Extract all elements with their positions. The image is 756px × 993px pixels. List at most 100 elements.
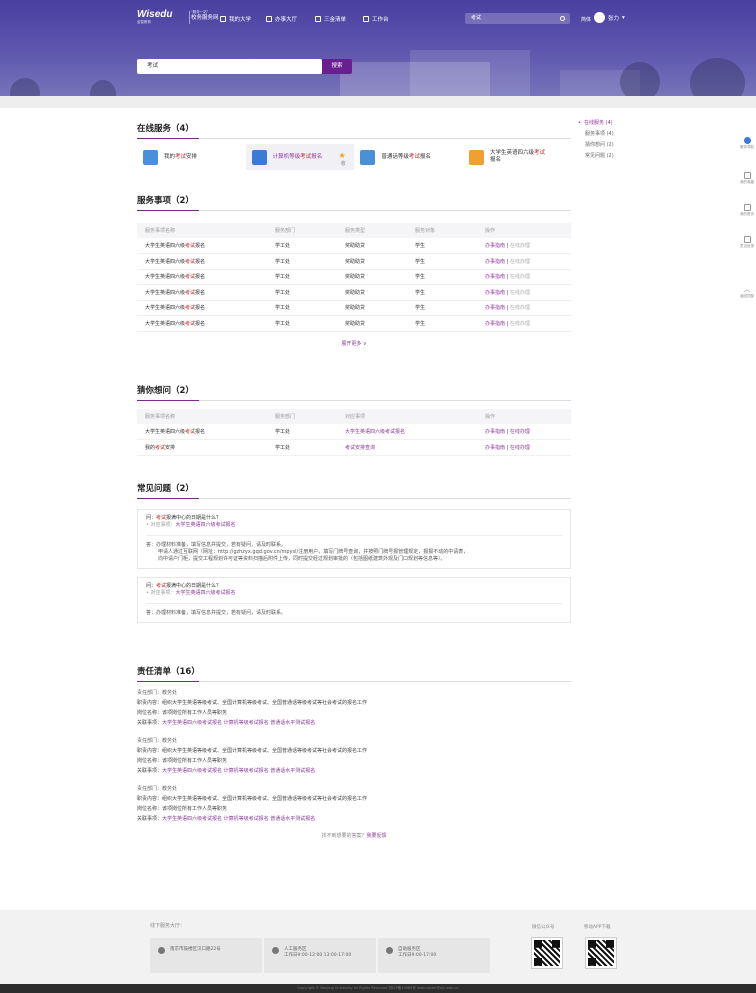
related-link[interactable]: 计算机等级考试报名 — [224, 816, 269, 822]
logo[interactable]: Wisedu 金智教育 — [137, 10, 187, 26]
online-link[interactable]: 在线办理 — [510, 321, 530, 327]
online-link[interactable]: 在线办理 — [510, 259, 530, 265]
edit-icon — [360, 149, 376, 165]
section-nav-guess[interactable]: 猜你想问 (2) — [578, 140, 614, 151]
language-switch[interactable]: 简体 — [581, 16, 591, 23]
related-link[interactable]: 大学生英语四六级考试报名 — [162, 816, 222, 822]
tool-feedback[interactable]: 意见反馈 — [738, 236, 756, 249]
eye-icon — [743, 137, 751, 144]
section-nav-faq[interactable]: 常见问题 (2) — [578, 151, 614, 162]
online-link[interactable]: 在线办理 — [510, 290, 530, 296]
feedback-line: 找不到想要的答案？我要反馈 — [321, 833, 387, 839]
faq-item: 问：考试报满中心的日期是什么？ • 对应事项：大学生英语四六级考试报名 答：办理… — [137, 577, 571, 623]
responsibility-block: 责任部门：教务处 职责内容：组织大学生英语等级考试、全国计算机等级考试、全国普通… — [137, 690, 368, 726]
footer-self-service: 自助服务区 工作日9:00-17:00 — [378, 938, 490, 973]
show-more-button[interactable]: 展开更多 ∨ — [137, 340, 571, 347]
nav-my-university[interactable]: 我的大学 — [220, 15, 251, 23]
nav-service-hall[interactable]: 办事大厅 — [266, 15, 297, 23]
guess-table: 服务事项名称 服务部门 对应事项 操作 大学生英语四六级考试报名 学工处 大学生… — [137, 409, 571, 456]
tool-favorites[interactable]: 我的收藏 — [738, 172, 756, 185]
responsibility-list: 责任部门：教务处 职责内容：组织大学生英语等级考试、全国计算机等级考试、全国普通… — [137, 688, 571, 824]
site-name: "服务一站" 校务服务网 — [191, 10, 219, 21]
online-service-item[interactable]: 普通话等级考试报名 — [354, 144, 462, 170]
related-link[interactable]: 计算机等级考试报名 — [224, 720, 269, 726]
online-link[interactable]: 在线办理 — [510, 429, 530, 435]
guide-link[interactable]: 办事指南 — [485, 243, 505, 249]
tool-service-nav[interactable]: 服务导航 — [738, 137, 756, 150]
table-row: 我的考试安排 学工处 考试安排查询 办事指南 | 在线办理 — [137, 439, 571, 456]
section-title-responsibility: 责任清单（16） — [137, 665, 571, 682]
top-search-input[interactable]: 考试 — [465, 13, 570, 24]
desk-icon — [363, 16, 369, 22]
online-link[interactable]: 在线办理 — [510, 274, 530, 280]
up-arrow-icon: ︿ — [743, 285, 751, 293]
location-icon — [158, 947, 165, 954]
table-row: 大学生英语四六级考试报名 学工处 奖助助贷 学生 办事指南 | 在线办理 — [137, 300, 571, 316]
table-row: 大学生英语四六级考试报名 学工处 奖助助贷 学生 办事指南 | 在线办理 — [137, 238, 571, 254]
table-row: 大学生英语四六级考试报名 学工处 奖助助贷 学生 办事指南 | 在线办理 — [137, 315, 571, 332]
related-link[interactable]: 大学生英语四六级考试报名 — [162, 720, 222, 726]
online-link[interactable]: 在线办理 — [510, 243, 530, 249]
user-menu[interactable]: 张力 ▾ — [594, 12, 625, 23]
copyright: Copyright © Nanjing University All Right… — [0, 984, 756, 993]
related-link[interactable]: 大学生英语四六级考试报名 — [162, 768, 222, 774]
related-link[interactable]: 考试安排查询 — [337, 439, 477, 456]
related-link[interactable]: 普通话水平测试报名 — [270, 720, 315, 726]
person-icon — [468, 149, 484, 165]
related-link[interactable]: 普通话水平测试报名 — [270, 816, 315, 822]
tool-back-top[interactable]: ︿ 返回顶部 — [738, 286, 756, 299]
section-title-guess: 猜你想问（2） — [137, 384, 571, 401]
person-icon — [272, 947, 279, 954]
related-link[interactable]: 普通话水平测试报名 — [270, 768, 315, 774]
service-items-table: 服务事项名称 服务部门 服务类型 服务对象 操作 大学生英语四六级考试报名 学工… — [137, 223, 571, 332]
section-nav-online[interactable]: 在线服务 (4) — [578, 118, 614, 129]
avatar — [594, 12, 605, 23]
faq-related-link[interactable]: 大学生英语四六级考试报名 — [176, 522, 236, 528]
online-service-item[interactable]: 我的考试安排 — [137, 144, 245, 170]
computer-icon — [251, 149, 267, 165]
footer-manual-service: 人工服务区 工作日9:00-12:00 13:00-17:00 — [264, 938, 376, 973]
favorite-star-icon[interactable]: ★ — [338, 152, 345, 160]
nav-lists[interactable]: 三金清单 — [315, 15, 346, 23]
footer: 线下服务大厅： 南京市鼓楼区汉口路22号 人工服务区 工作日9:00-12:00 … — [0, 910, 756, 984]
tool-home[interactable]: 我的首页 — [738, 204, 756, 217]
footer-address: 南京市鼓楼区汉口路22号 — [150, 938, 262, 973]
related-link[interactable]: 大学生英语四六级考试报名 — [337, 424, 477, 440]
app-qr-code — [585, 937, 617, 969]
online-link[interactable]: 在线办理 — [510, 445, 530, 451]
online-service-item[interactable]: 计算机等级考试报名 ★ 收 — [245, 144, 354, 170]
top-bar: Wisedu 金智教育 "服务一站" 校务服务网 我的大学 办事大厅 三金清单 … — [0, 0, 756, 32]
section-title-service-items: 服务事项（2） — [137, 194, 571, 211]
online-service-item[interactable]: 大学生英语四六级考试报名 — [463, 144, 571, 170]
responsibility-block: 责任部门：教务处 职责内容：组织大学生英语等级考试、全国计算机等级考试、全国普通… — [137, 786, 368, 822]
building-icon — [220, 16, 226, 22]
nav-workbench[interactable]: 工作台 — [363, 15, 389, 23]
faq-related-link[interactable]: 大学生英语四六级考试报名 — [176, 590, 236, 596]
section-nav: 在线服务 (4) 服务事项 (4) 猜你想问 (2) 常见问题 (2) — [578, 118, 614, 162]
note-icon — [743, 236, 751, 243]
online-link[interactable]: 在线办理 — [510, 305, 530, 311]
section-nav-service-items[interactable]: 服务事项 (4) — [578, 129, 614, 140]
table-row: 大学生英语四六级考试报名 学工处 奖助助贷 学生 办事指南 | 在线办理 — [137, 284, 571, 301]
section-title-online: 在线服务（4） — [137, 122, 571, 139]
related-link[interactable]: 计算机等级考试报名 — [224, 768, 269, 774]
schedule-icon — [143, 149, 158, 165]
guide-link[interactable]: 办事指南 — [485, 290, 505, 296]
list-icon — [315, 16, 321, 22]
section-title-faq: 常见问题（2） — [137, 482, 571, 499]
guide-link[interactable]: 办事指南 — [485, 259, 505, 265]
doc-icon — [743, 172, 751, 179]
collect-icon[interactable]: 收 — [341, 161, 346, 168]
guide-link[interactable]: 办事指南 — [485, 429, 505, 435]
hall-icon — [266, 16, 272, 22]
search-icon[interactable] — [560, 16, 565, 21]
search-button[interactable]: 搜索 — [322, 59, 352, 74]
table-row: 大学生英语四六级考试报名 学工处 大学生英语四六级考试报名 办事指南 | 在线办… — [137, 424, 571, 440]
guide-link[interactable]: 办事指南 — [485, 305, 505, 311]
feedback-link[interactable]: 我要反馈 — [367, 833, 387, 839]
guide-link[interactable]: 办事指南 — [485, 321, 505, 327]
main-search-input[interactable]: 考试 — [137, 59, 322, 74]
guide-link[interactable]: 办事指南 — [485, 274, 505, 280]
wechat-qr-code — [531, 937, 563, 969]
guide-link[interactable]: 办事指南 — [485, 445, 505, 451]
